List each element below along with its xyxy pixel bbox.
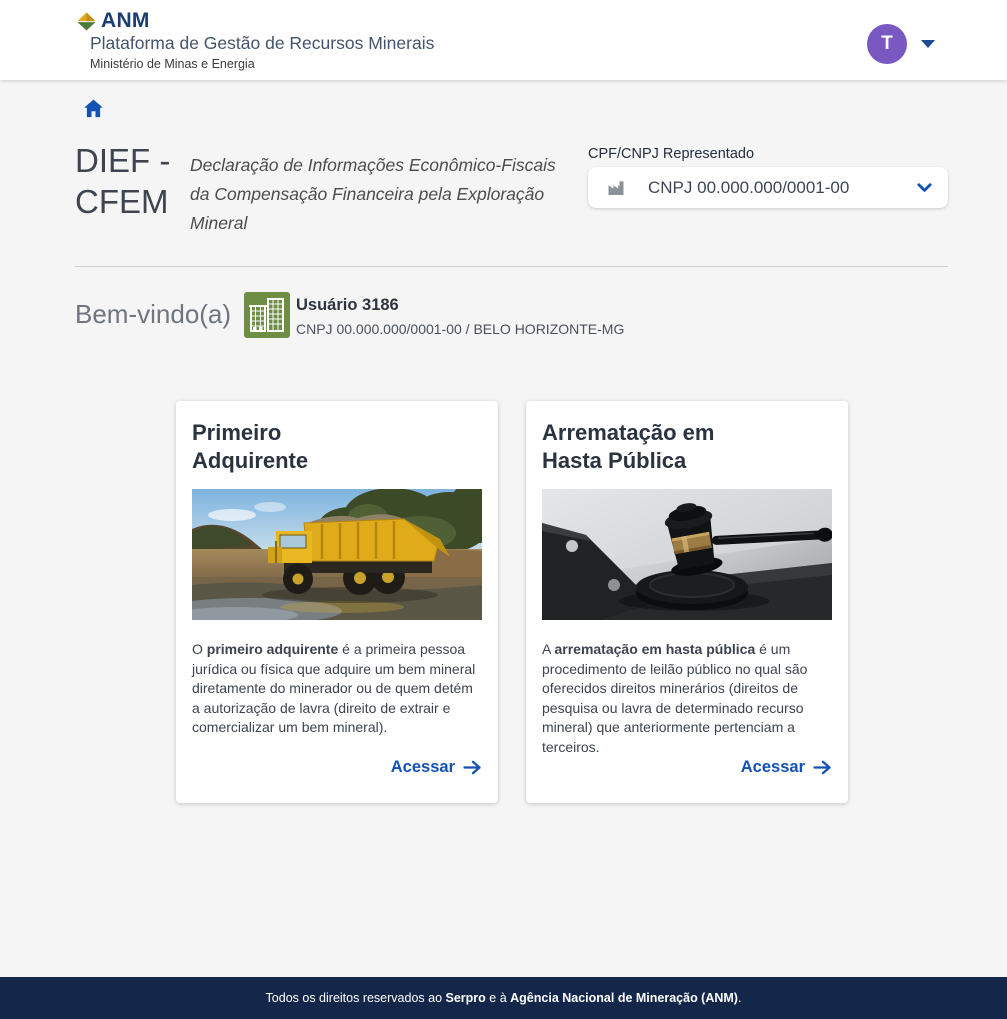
chevron-down-icon [917, 183, 932, 193]
page-description: Declaração de Informações Econômico-Fisc… [190, 151, 572, 238]
acessar-link-primeiro-adquirente[interactable]: Acessar [391, 758, 482, 777]
welcome-greeting: Bem-vindo(a) [75, 299, 231, 330]
welcome-user-detail: CNPJ 00.000.000/0001-00 / BELO HORIZONTE… [296, 321, 624, 337]
footer-suffix: . [738, 991, 741, 1005]
breadcrumb-home-button[interactable] [83, 98, 105, 120]
card-title: Arrematação em Hasta Pública [542, 419, 714, 475]
arrow-right-icon [813, 760, 832, 775]
acessar-label: Acessar [391, 758, 455, 777]
section-divider [75, 266, 948, 267]
mining-truck-photo [192, 489, 482, 620]
anm-diamond-icon [77, 12, 96, 31]
card-text-prefix: O [192, 641, 207, 657]
anm-logo-text: ANM [101, 9, 150, 33]
welcome-user-name: Usuário 3186 [296, 296, 399, 315]
represented-value: CNPJ 00.000.000/0001-00 [648, 178, 849, 198]
page-title: DIEF - CFEM [75, 140, 170, 222]
footer-middle: e à [486, 991, 510, 1005]
card-text-prefix: A [542, 641, 554, 657]
card-text: A arrematação em hasta pública é um proc… [542, 640, 831, 757]
represented-select[interactable]: CNPJ 00.000.000/0001-00 [588, 167, 948, 208]
acessar-link-hasta-publica[interactable]: Acessar [741, 758, 832, 777]
ministry-subtitle: Ministério de Minas e Energia [90, 57, 255, 71]
dief-cfem-page: ANM Plataforma de Gestão de Recursos Min… [0, 0, 1007, 1019]
hasta-publica-card: Arrematação em Hasta Pública [526, 401, 848, 803]
app-header: ANM Plataforma de Gestão de Recursos Min… [0, 0, 1007, 80]
arrow-right-icon [463, 760, 482, 775]
anm-logo[interactable]: ANM [77, 9, 150, 33]
footer-anm: Agência Nacional de Mineração (ANM) [510, 991, 738, 1005]
footer-prefix: Todos os direitos reservados ao [266, 991, 446, 1005]
represented-label: CPF/CNPJ Representado [588, 146, 754, 162]
app-footer: Todos os direitos reservados ao Serpro e… [0, 977, 1007, 1019]
footer-text: Todos os direitos reservados ao Serpro e… [266, 991, 742, 1005]
card-text-bold: primeiro adquirente [207, 641, 338, 657]
footer-serpro: Serpro [446, 991, 486, 1005]
card-title: Primeiro Adquirente [192, 419, 308, 475]
home-icon [83, 98, 104, 119]
card-text: O primeiro adquirente é a primeira pesso… [192, 640, 481, 738]
factory-icon [606, 178, 626, 198]
auction-gavel-photo [542, 489, 832, 620]
card-text-rest: é um procedimento de leilão público no q… [542, 641, 807, 755]
platform-title: Plataforma de Gestão de Recursos Minerai… [90, 33, 434, 54]
user-avatar[interactable]: T [867, 24, 907, 64]
card-text-bold: arrematação em hasta pública [554, 641, 755, 657]
acessar-label: Acessar [741, 758, 805, 777]
avatar-caret-down-icon[interactable] [921, 40, 935, 48]
primeiro-adquirente-card: Primeiro Adquirente [176, 401, 498, 803]
company-building-icon [244, 292, 290, 343]
